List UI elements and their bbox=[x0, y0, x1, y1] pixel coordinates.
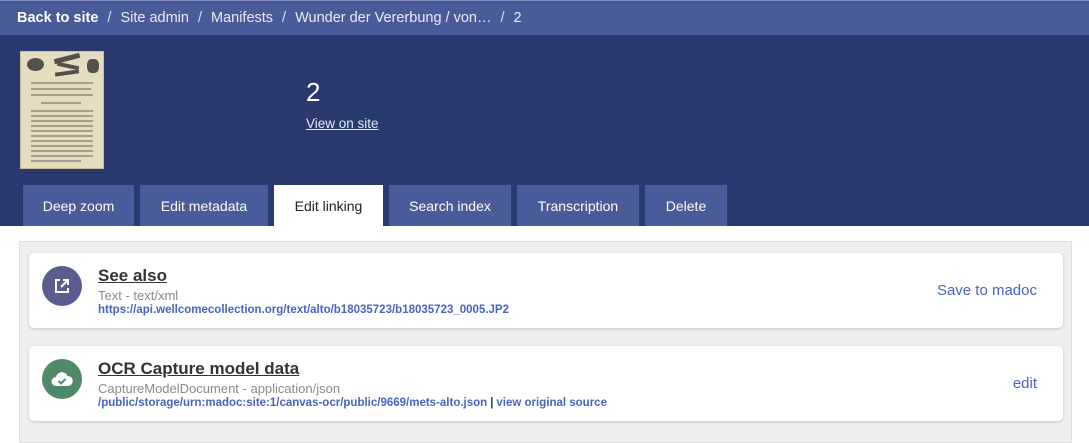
link-title[interactable]: See also bbox=[98, 266, 167, 286]
back-to-site-link[interactable]: Back to site bbox=[17, 10, 98, 26]
edit-button[interactable]: edit bbox=[1013, 375, 1037, 392]
breadcrumb-separator: / bbox=[500, 10, 505, 26]
link-url-anchor[interactable]: https://api.wellcomecollection.org/text/… bbox=[98, 304, 509, 316]
link-format: CaptureModelDocument - application/json bbox=[98, 381, 341, 396]
view-original-source-link[interactable]: view original source bbox=[496, 397, 607, 409]
divider: | bbox=[490, 397, 494, 409]
tab-search-index[interactable]: Search index bbox=[389, 185, 511, 226]
tab-edit-metadata[interactable]: Edit metadata bbox=[140, 185, 268, 226]
breadcrumb-site-admin[interactable]: Site admin bbox=[120, 10, 189, 26]
breadcrumb-manifest[interactable]: Wunder der Vererbung / von… bbox=[295, 10, 491, 26]
tab-bar: Deep zoom Edit metadata Edit linking Sea… bbox=[23, 185, 733, 226]
cloud-check-icon bbox=[42, 359, 82, 399]
breadcrumb-separator: / bbox=[107, 10, 112, 26]
linking-panel: See also Text - text/xml https://api.wel… bbox=[19, 241, 1072, 443]
link-url-anchor[interactable]: /public/storage/urn:madoc:site:1/canvas-… bbox=[98, 397, 487, 409]
breadcrumb-manifests[interactable]: Manifests bbox=[211, 10, 273, 26]
link-card-ocr: OCR Capture model data CaptureModelDocum… bbox=[29, 346, 1063, 421]
link-format: Text - text/xml bbox=[98, 288, 179, 303]
breadcrumb: Back to site / Site admin / Manifests / … bbox=[0, 0, 1089, 35]
canvas-header: 2 View on site Deep zoom Edit metadata E… bbox=[0, 35, 1089, 226]
breadcrumb-separator: / bbox=[282, 10, 287, 26]
link-card-see-also: See also Text - text/xml https://api.wel… bbox=[29, 253, 1063, 328]
tab-edit-linking[interactable]: Edit linking bbox=[274, 185, 383, 226]
view-on-site-link[interactable]: View on site bbox=[306, 116, 379, 131]
external-link-icon bbox=[42, 266, 82, 306]
link-url: /public/storage/urn:madoc:site:1/canvas-… bbox=[98, 397, 607, 409]
page-title: 2 bbox=[306, 77, 321, 107]
breadcrumb-separator: / bbox=[197, 10, 202, 26]
tab-deep-zoom[interactable]: Deep zoom bbox=[23, 185, 134, 226]
tab-delete[interactable]: Delete bbox=[645, 185, 727, 226]
breadcrumb-canvas: 2 bbox=[513, 10, 522, 26]
link-url: https://api.wellcomecollection.org/text/… bbox=[98, 304, 509, 316]
link-title[interactable]: OCR Capture model data bbox=[98, 359, 299, 379]
tab-transcription[interactable]: Transcription bbox=[517, 185, 639, 226]
canvas-thumbnail[interactable] bbox=[20, 51, 104, 169]
save-to-madoc-button[interactable]: Save to madoc bbox=[937, 282, 1037, 299]
